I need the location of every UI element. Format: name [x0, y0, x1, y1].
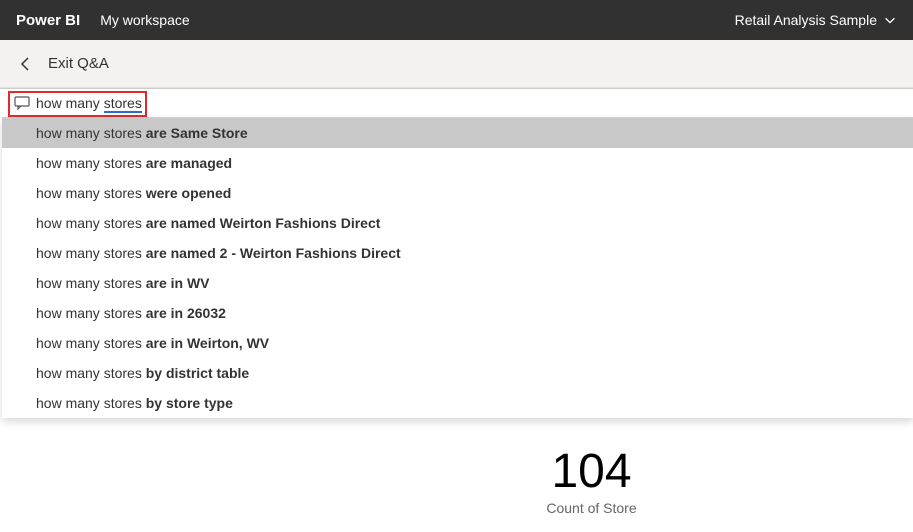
back-chevron-icon: [18, 56, 34, 72]
suggestion-completion: are named Weirton Fashions Direct: [146, 215, 381, 231]
suggestion-completion: are Same Store: [146, 125, 248, 141]
qna-input-underlined: stores: [104, 95, 142, 113]
result-value: 104: [270, 448, 913, 496]
qna-input-text: how many stores: [36, 95, 142, 111]
suggestion-item[interactable]: how many stores are Same Store: [2, 118, 913, 148]
suggestion-completion: were opened: [146, 185, 232, 201]
speech-bubble-icon: [14, 96, 30, 110]
workspace-label[interactable]: My workspace: [100, 12, 189, 28]
result-label: Count of Store: [270, 500, 913, 516]
exit-qna-button[interactable]: Exit Q&A: [18, 55, 109, 72]
suggestion-completion: are in 26032: [146, 305, 226, 321]
suggestion-base: how many stores: [36, 395, 146, 411]
suggestion-item[interactable]: how many stores were opened: [2, 178, 913, 208]
chevron-down-icon: [883, 13, 897, 27]
suggestion-completion: are in WV: [146, 275, 210, 291]
suggestion-base: how many stores: [36, 305, 146, 321]
suggestion-item[interactable]: how many stores by store type: [2, 388, 913, 418]
header-left: Power BI My workspace: [16, 12, 190, 29]
suggestion-base: how many stores: [36, 335, 146, 351]
qna-input-area: how many stores how many stores are Same…: [0, 88, 913, 418]
suggestion-item[interactable]: how many stores are managed: [2, 148, 913, 178]
suggestion-base: how many stores: [36, 125, 146, 141]
suggestion-item[interactable]: how many stores are in Weirton, WV: [2, 328, 913, 358]
report-selector[interactable]: Retail Analysis Sample: [735, 12, 897, 28]
suggestion-base: how many stores: [36, 365, 146, 381]
sub-header: Exit Q&A: [0, 40, 913, 88]
exit-qna-label: Exit Q&A: [48, 55, 109, 72]
qna-input-row[interactable]: how many stores: [0, 89, 913, 117]
suggestion-base: how many stores: [36, 275, 146, 291]
suggestion-item[interactable]: how many stores are in 26032: [2, 298, 913, 328]
suggestions-dropdown: how many stores are Same Storehow many s…: [2, 117, 913, 418]
suggestion-base: how many stores: [36, 245, 146, 261]
suggestion-item[interactable]: how many stores are named 2 - Weirton Fa…: [2, 238, 913, 268]
suggestion-base: how many stores: [36, 185, 146, 201]
top-header: Power BI My workspace Retail Analysis Sa…: [0, 0, 913, 40]
qna-input-base: how many: [36, 95, 104, 111]
suggestion-item[interactable]: how many stores are named Weirton Fashio…: [2, 208, 913, 238]
suggestion-completion: are managed: [146, 155, 232, 171]
suggestion-item[interactable]: how many stores by district table: [2, 358, 913, 388]
suggestion-completion: are in Weirton, WV: [146, 335, 269, 351]
suggestion-completion: by district table: [146, 365, 249, 381]
suggestion-completion: by store type: [146, 395, 233, 411]
report-name: Retail Analysis Sample: [735, 12, 877, 28]
suggestion-completion: are named 2 - Weirton Fashions Direct: [146, 245, 401, 261]
app-title: Power BI: [16, 12, 80, 29]
suggestion-base: how many stores: [36, 215, 146, 231]
suggestion-item[interactable]: how many stores are in WV: [2, 268, 913, 298]
result-area: 104 Count of Store: [0, 448, 913, 516]
suggestion-base: how many stores: [36, 155, 146, 171]
